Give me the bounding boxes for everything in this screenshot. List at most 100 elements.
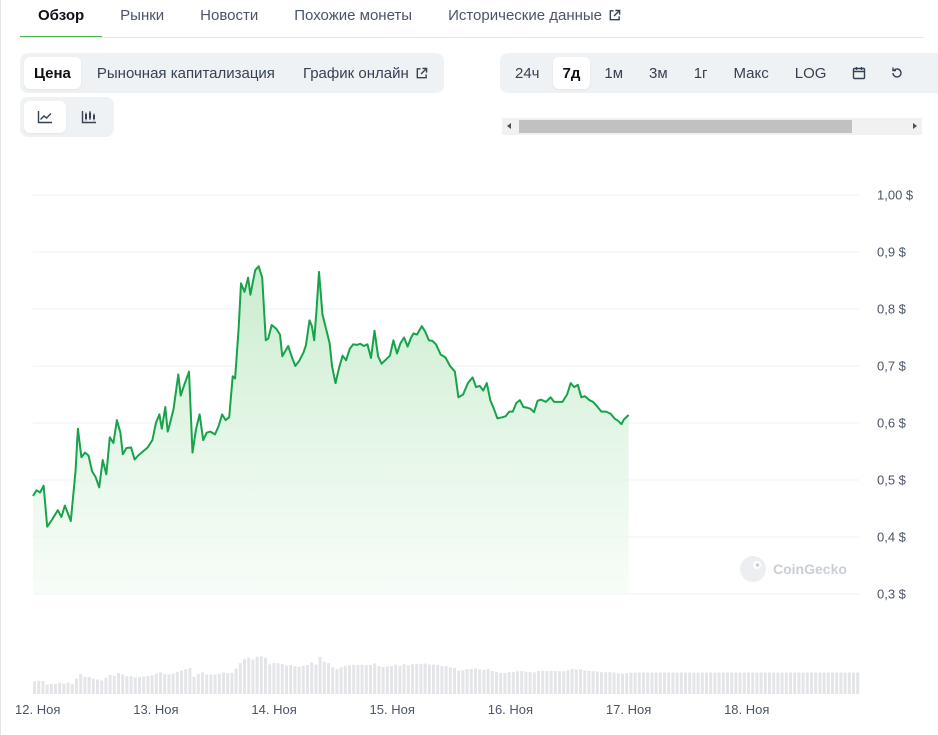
volume-bar: [343, 666, 347, 694]
range-label: LOG: [794, 64, 827, 82]
volume-bar: [234, 668, 238, 694]
date-range-button[interactable]: [840, 57, 878, 89]
volume-bar: [133, 677, 137, 694]
scroll-left-arrow-icon[interactable]: [507, 123, 511, 129]
volume-bar: [196, 674, 200, 694]
y-tick-label: 0,3 $: [877, 587, 907, 602]
tab-news[interactable]: Новости: [182, 0, 276, 38]
volume-bar: [814, 672, 818, 694]
volume-bar: [562, 671, 566, 694]
volume-bar: [79, 674, 83, 694]
scroll-right-arrow-icon[interactable]: [913, 123, 917, 129]
volume-bar: [574, 669, 578, 694]
volume-bar: [335, 669, 339, 694]
volume-bar: [226, 673, 230, 694]
volume-bar: [331, 667, 335, 694]
tab-label: Обзор: [38, 7, 85, 24]
volume-bar: [108, 675, 112, 694]
volume-bar: [415, 663, 419, 694]
volume-bar: [751, 672, 755, 694]
reset-zoom-button[interactable]: [880, 57, 914, 89]
volume-bar: [205, 674, 209, 694]
tab-price[interactable]: Цена: [24, 57, 81, 89]
volume-bar: [87, 677, 91, 694]
volume-bar: [726, 672, 729, 694]
range-1y[interactable]: 1г: [682, 57, 720, 89]
volume-bar: [448, 667, 452, 694]
scrollbar-thumb[interactable]: [519, 120, 852, 133]
volume-bar: [482, 669, 486, 694]
candlestick-chart-button[interactable]: [68, 101, 110, 133]
coingecko-watermark: CoinGecko: [740, 556, 847, 582]
range-3m[interactable]: 3м: [637, 57, 680, 89]
volume-bar: [831, 672, 834, 694]
volume-bar: [675, 672, 679, 694]
range-log[interactable]: LOG: [783, 57, 839, 89]
volume-bar: [327, 663, 330, 694]
volume-bar: [175, 671, 179, 694]
y-tick-label: 0,6 $: [877, 416, 907, 431]
volume-bar: [570, 669, 574, 694]
line-chart-button[interactable]: [24, 101, 66, 133]
volume-bar: [213, 674, 217, 694]
range-7d[interactable]: 7д: [552, 57, 591, 89]
volume-bar: [54, 684, 57, 694]
line-chart-icon: [37, 111, 52, 124]
volume-bar: [528, 671, 532, 694]
volume-bar: [364, 665, 368, 694]
volume-bar: [604, 672, 608, 694]
volume-bar: [322, 661, 326, 694]
x-tick-label: 16. Ноя: [488, 702, 533, 717]
volume-bar: [209, 674, 213, 694]
volume-bar: [667, 672, 671, 694]
tab-live-chart[interactable]: График онлайн: [291, 57, 440, 89]
volume-bar: [700, 672, 704, 694]
volume-bar: [692, 672, 696, 694]
external-link-icon: [416, 67, 428, 78]
volume-bar: [184, 669, 188, 694]
range-1m[interactable]: 1м: [592, 57, 635, 89]
range-24h[interactable]: 24ч: [504, 57, 551, 89]
volume-bar: [738, 672, 742, 694]
volume-bar: [516, 671, 519, 694]
price-chart[interactable]: 1,00 $ 0,9 $ 0,8 $ 0,7 $ 0,6 $ 0,5 $ 0,4 $ 0,3 …: [0, 150, 938, 735]
tab-label: Исторические данные: [448, 7, 603, 24]
volume-bar: [125, 676, 129, 694]
volume-bar: [730, 672, 734, 694]
volume-bar: [520, 671, 524, 694]
volume-bar: [843, 672, 847, 694]
tab-markets[interactable]: Рынки: [102, 0, 182, 38]
volume-bar: [709, 672, 713, 694]
range-max[interactable]: Макс: [722, 57, 781, 89]
volume-bar: [486, 669, 490, 694]
volume-bar: [49, 684, 53, 694]
volume-bar: [453, 667, 456, 694]
volume-bar: [163, 674, 167, 694]
range-label: 1г: [693, 64, 708, 82]
tab-overview[interactable]: Обзор: [20, 0, 103, 38]
volume-bar: [499, 673, 503, 694]
volume-bar: [780, 672, 784, 694]
y-tick-label: 0,8 $: [877, 302, 907, 317]
tab-historical-data[interactable]: Исторические данные: [430, 0, 639, 38]
tab-market-cap[interactable]: Рыночная капитализация: [83, 57, 289, 89]
volume-bar: [474, 668, 477, 694]
volume-bar: [457, 670, 461, 694]
volume-bar: [306, 665, 309, 694]
volume-bar: [654, 672, 658, 694]
volume-bar: [301, 665, 305, 694]
volume-bar: [129, 676, 133, 694]
volume-bar: [789, 672, 792, 694]
range-tabs-scrollbar[interactable]: [502, 118, 922, 135]
volume-bar: [852, 672, 855, 694]
volume-bar: [45, 684, 49, 694]
volume-bar: [768, 672, 771, 694]
volume-bar: [784, 672, 788, 694]
volume-bar: [377, 666, 381, 694]
tab-similar-coins[interactable]: Похожие монеты: [276, 0, 430, 38]
x-tick-label: 15. Ноя: [370, 702, 415, 717]
volume-bar: [797, 672, 801, 694]
volume-bar: [625, 673, 629, 694]
volume-bar: [595, 671, 599, 694]
volume-bar: [545, 671, 549, 694]
